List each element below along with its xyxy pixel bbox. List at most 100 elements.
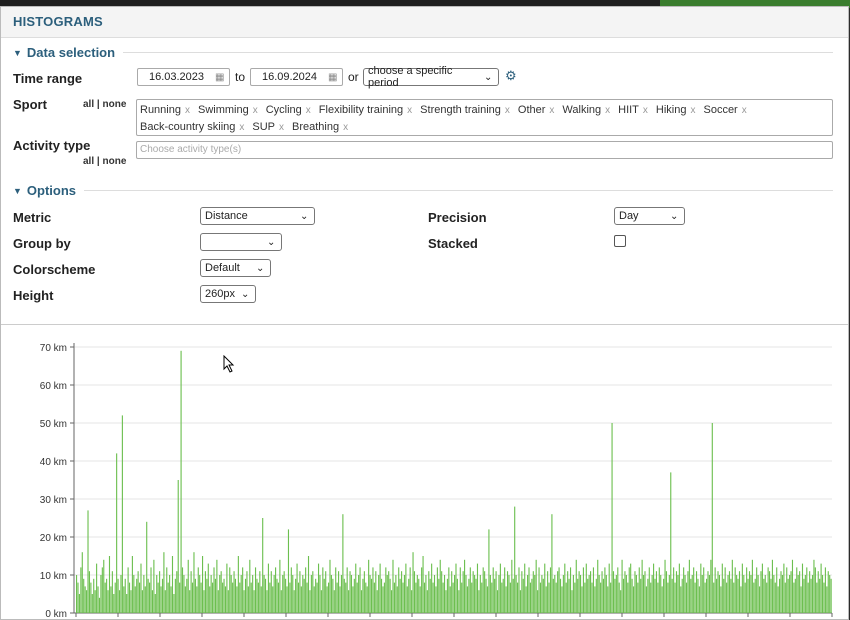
height-select[interactable]: 260px ⌄ [200, 285, 256, 303]
histogram-bar [260, 586, 262, 613]
data-selection-toggle[interactable]: ▼ Data selection [13, 45, 833, 60]
histogram-bar [315, 578, 317, 613]
sport-tag-input[interactable]: Running x Swimming x Cycling x Flexibility tra… [136, 99, 833, 136]
histogram-bar [693, 567, 695, 613]
histogram-bar [748, 571, 751, 613]
histogram-bar [524, 563, 526, 613]
histogram-bar [577, 578, 579, 613]
period-select[interactable]: choose a specific period ⌄ [363, 65, 499, 89]
histogram-bar [123, 586, 125, 613]
caret-down-icon: ▼ [13, 185, 22, 196]
histogram-bar [803, 578, 805, 613]
histogram-bar [296, 563, 298, 613]
remove-tag-icon[interactable]: x [279, 122, 284, 133]
histogram-bar [416, 575, 418, 613]
activity-all-link[interactable]: all [83, 156, 94, 167]
histogram-bar [358, 575, 360, 613]
histogram-bar [534, 575, 536, 613]
remove-tag-icon[interactable]: x [742, 105, 747, 116]
histogram-bar [624, 571, 626, 613]
histogram-bar [571, 590, 573, 613]
histogram-bar [549, 567, 552, 613]
histogram-bar [319, 575, 321, 613]
histogram-bar [612, 571, 615, 613]
remove-tag-icon[interactable]: x [605, 105, 610, 116]
histogram-bar [389, 578, 391, 613]
histogram-bar [101, 567, 103, 613]
histogram-bar [452, 582, 454, 613]
histogram-bar [173, 594, 175, 613]
date-from-input[interactable]: 16.03.2023 ▦ [137, 68, 230, 86]
histogram-bar [580, 575, 582, 613]
remove-tag-icon[interactable]: x [343, 122, 348, 133]
sport-tag-label: Flexibility training [318, 104, 404, 116]
metric-select[interactable]: Distance ⌄ [200, 207, 315, 225]
histogram-bar [515, 575, 517, 613]
colorscheme-select[interactable]: Default ⌄ [200, 259, 271, 277]
histogram-bar [302, 575, 304, 613]
histogram-bar [432, 582, 434, 613]
histogram-bar [114, 582, 116, 613]
histogram-bar [777, 586, 779, 613]
remove-tag-icon[interactable]: x [239, 122, 244, 133]
histogram-bar [179, 582, 181, 613]
histogram-bar [708, 575, 710, 613]
remove-tag-icon[interactable]: x [306, 105, 311, 116]
histogram-bar [598, 575, 600, 613]
histogram-bar [408, 578, 410, 613]
histogram-bar [86, 590, 88, 613]
histogram-bar [797, 575, 799, 613]
date-to-input[interactable]: 16.09.2024 ▦ [250, 68, 343, 86]
remove-tag-icon[interactable]: x [185, 105, 190, 116]
histogram-bar [146, 521, 148, 613]
histogram-bar [196, 586, 198, 613]
stacked-checkbox[interactable] [614, 235, 626, 247]
histogram-bar [504, 567, 506, 613]
histogram-bar [698, 586, 700, 613]
histogram-bar [259, 571, 261, 613]
remove-tag-icon[interactable]: x [690, 105, 695, 116]
histogram-bar [243, 590, 245, 613]
histogram-bar [650, 582, 652, 613]
histogram-bar [451, 571, 453, 613]
histogram-bar [787, 578, 789, 613]
histogram-bar [468, 578, 470, 613]
histogram-bar [448, 567, 450, 613]
histogram-bar [618, 582, 620, 613]
remove-tag-icon[interactable]: x [407, 105, 412, 116]
histogram-bar [531, 578, 533, 613]
sport-all-link[interactable]: all [83, 99, 94, 110]
group-by-select[interactable]: ⌄ [200, 233, 282, 251]
histogram-bar [691, 575, 693, 613]
gear-icon[interactable]: ⚙ [505, 68, 517, 84]
histogram-bar [316, 582, 318, 613]
histogram-bar [764, 575, 766, 613]
sport-none-link[interactable]: none [103, 99, 127, 110]
histogram-bar [362, 578, 364, 613]
calendar-icon[interactable]: ▦ [328, 72, 342, 83]
activity-type-input[interactable]: Choose activity type(s) [136, 141, 833, 159]
histogram-bar [701, 575, 703, 613]
remove-tag-icon[interactable]: x [253, 105, 258, 116]
histogram-bar [250, 582, 252, 613]
remove-tag-icon[interactable]: x [643, 105, 648, 116]
histogram-bar [517, 582, 519, 613]
remove-tag-icon[interactable]: x [549, 105, 554, 116]
histogram-bar [222, 582, 224, 613]
remove-tag-icon[interactable]: x [505, 105, 510, 116]
histogram-bar [263, 575, 265, 613]
calendar-icon[interactable]: ▦ [215, 72, 229, 83]
histogram-bar [372, 567, 374, 613]
histogram-bar [322, 567, 324, 613]
y-tick-label: 10 km [40, 571, 67, 582]
activity-none-link[interactable]: none [103, 156, 127, 167]
histogram-bar [267, 563, 269, 613]
histogram-bar [791, 559, 794, 613]
precision-select[interactable]: Day ⌄ [614, 207, 685, 225]
histogram-bar [615, 575, 617, 613]
histogram-bar [305, 567, 307, 613]
options-toggle[interactable]: ▼ Options [13, 183, 833, 198]
histogram-bar [565, 582, 567, 613]
histogram-bar [695, 571, 698, 613]
histogram-bar [237, 556, 239, 613]
